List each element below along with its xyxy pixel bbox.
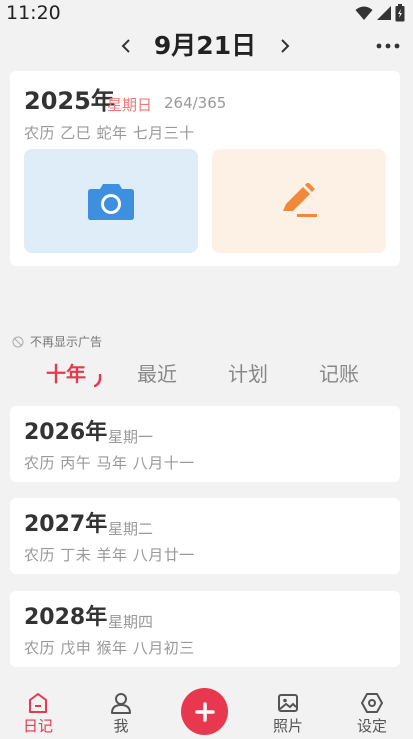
year-weekday: 星期四 — [108, 613, 154, 631]
today-lunar-date: 农历 乙巳 蛇年 七月三十 — [24, 124, 195, 142]
date-header: 9月21日 — [0, 28, 413, 64]
nav-photos-label: 照片 — [272, 717, 303, 735]
nav-diary-label: 日记 — [22, 717, 53, 735]
year-lunar-date: 农历 丁未 羊年 八月廿一 — [24, 546, 195, 564]
image-icon — [278, 694, 298, 712]
more-button[interactable] — [371, 32, 405, 60]
bottom-nav: 日记 我 照片 设定 — [0, 680, 413, 739]
write-diary-button[interactable] — [212, 149, 386, 253]
year-label: 2027年 — [24, 512, 108, 537]
more-dots-icon — [376, 43, 400, 49]
status-time: 11:20 — [6, 2, 61, 24]
today-weekday: 星期日 — [107, 96, 153, 114]
nav-settings-label: 设定 — [356, 717, 387, 735]
status-bar: 11:20 — [0, 0, 413, 26]
plus-icon — [194, 701, 215, 722]
day-of-year: 264/365 — [164, 94, 227, 112]
year-card-2028[interactable]: 2028年 星期四 农历 戊申 猴年 八月初三 — [10, 591, 400, 667]
battery-icon — [395, 4, 405, 22]
year-lunar-date: 农历 戊申 猴年 八月初三 — [24, 639, 195, 657]
tab-accounting[interactable]: 记账 — [319, 356, 359, 392]
hide-ads-link[interactable]: 不再显示广告 — [12, 333, 102, 350]
hide-ads-label: 不再显示广告 — [30, 335, 103, 349]
nav-diary[interactable]: 日记 — [10, 692, 66, 736]
chevron-left-icon — [121, 39, 130, 53]
page-title[interactable]: 9月21日 — [143, 28, 267, 64]
today-card: 2025年 星期日 264/365 农历 乙巳 蛇年 七月三十 — [10, 71, 400, 266]
year-weekday: 星期一 — [108, 428, 154, 446]
today-year: 2025年 — [24, 87, 115, 115]
nav-photos[interactable]: 照片 — [260, 692, 316, 736]
year-label: 2026年 — [24, 420, 108, 445]
nav-me-label: 我 — [113, 717, 129, 735]
signal-icon — [377, 6, 391, 20]
tab-plan[interactable]: 计划 — [228, 356, 268, 392]
status-icons — [355, 4, 405, 22]
add-photo-button[interactable] — [24, 149, 198, 253]
year-card-2026[interactable]: 2026年 星期一 农历 丙午 马年 八月十一 — [10, 406, 400, 482]
diary-icon — [29, 693, 47, 713]
chevron-right-icon — [281, 39, 290, 53]
year-card-2027[interactable]: 2027年 星期二 农历 丁未 羊年 八月廿一 — [10, 498, 400, 574]
tab-bar: 十年 最近 计划 记账 — [0, 356, 413, 396]
person-icon — [111, 693, 131, 714]
pen-icon — [283, 183, 317, 217]
nav-me[interactable]: 我 — [93, 692, 149, 736]
year-label: 2028年 — [24, 605, 108, 630]
tab-ten-years[interactable]: 十年 — [46, 356, 86, 392]
wifi-icon — [355, 6, 373, 20]
camera-icon — [88, 184, 134, 220]
active-tab-indicator — [94, 374, 102, 388]
tab-recent[interactable]: 最近 — [137, 356, 177, 392]
year-lunar-date: 农历 丙午 马年 八月十一 — [24, 454, 195, 472]
add-entry-button[interactable] — [181, 688, 228, 735]
settings-icon — [361, 693, 383, 713]
next-day-button[interactable] — [271, 32, 299, 60]
nav-settings[interactable]: 设定 — [344, 692, 400, 736]
previous-day-button[interactable] — [112, 32, 140, 60]
block-icon — [12, 336, 24, 347]
year-weekday: 星期二 — [108, 520, 154, 538]
